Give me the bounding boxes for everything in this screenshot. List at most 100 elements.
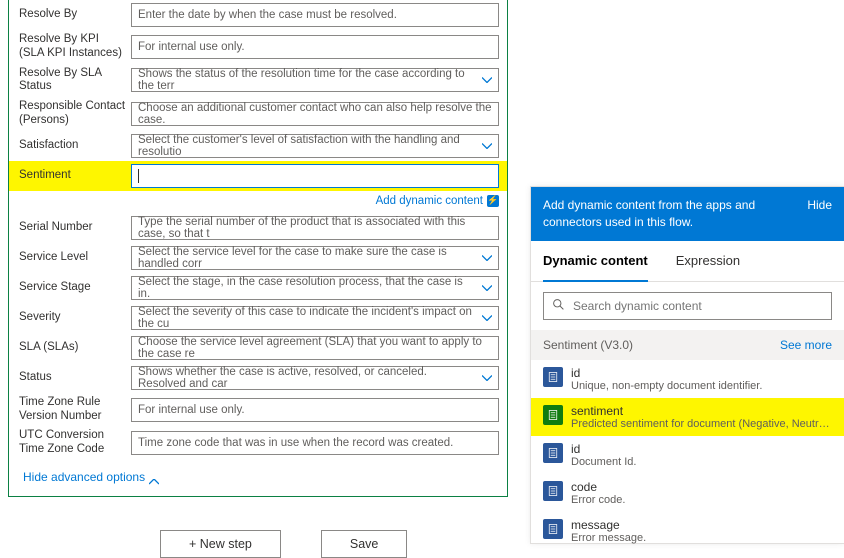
chevron-down-icon bbox=[482, 77, 492, 83]
field-value: Select the severity of this case to indi… bbox=[138, 306, 474, 330]
token-title: id bbox=[571, 366, 832, 380]
token-icon bbox=[543, 443, 563, 463]
field-select[interactable]: Select the customer's level of satisfact… bbox=[131, 134, 499, 158]
field-input[interactable]: Time zone code that was in use when the … bbox=[131, 431, 499, 455]
search-icon bbox=[552, 298, 565, 314]
field-label: SLA (SLAs) bbox=[19, 341, 131, 355]
tab-dynamic-content[interactable]: Dynamic content bbox=[543, 241, 648, 282]
text-cursor bbox=[138, 169, 139, 183]
field-value: For internal use only. bbox=[138, 404, 245, 416]
tab-expression[interactable]: Expression bbox=[676, 241, 740, 281]
field-label: Responsible Contact (Persons) bbox=[19, 100, 131, 128]
token-title: code bbox=[571, 480, 832, 494]
token-text: idDocument Id. bbox=[571, 442, 832, 468]
field-label: Resolve By SLA Status bbox=[19, 67, 131, 95]
token-text: codeError code. bbox=[571, 480, 832, 506]
bottom-buttons: + New step Save bbox=[160, 530, 407, 558]
save-button[interactable]: Save bbox=[321, 530, 408, 558]
chevron-down-icon bbox=[482, 255, 492, 261]
field-label: Satisfaction bbox=[19, 139, 131, 153]
form-rows: Resolve By Enter the date by when the cas… bbox=[9, 0, 507, 460]
form-row-5: Sentiment bbox=[9, 161, 507, 191]
form-row-9: SeveritySelect the severity of this case… bbox=[9, 303, 507, 333]
token-item-code[interactable]: codeError code. bbox=[531, 474, 844, 512]
form-row-12: Time Zone Rule Version Number For interna… bbox=[9, 393, 507, 427]
token-desc: Error code. bbox=[571, 494, 832, 506]
form-row-4: Satisfaction Select the customer's level … bbox=[9, 131, 507, 161]
token-item-id[interactable]: idUnique, non-empty document identifier. bbox=[531, 360, 844, 398]
field-select[interactable]: Select the severity of this case to indi… bbox=[131, 306, 499, 330]
field-select[interactable]: Select the stage, in the case resolution… bbox=[131, 276, 499, 300]
field-select[interactable]: Shows whether the case is active, resolv… bbox=[131, 366, 499, 390]
token-text: messageError message. bbox=[571, 518, 832, 544]
field-value: Time zone code that was in use when the … bbox=[138, 437, 453, 449]
token-title: message bbox=[571, 518, 832, 532]
chevron-up-icon bbox=[149, 474, 159, 480]
hide-panel-link[interactable]: Hide bbox=[807, 197, 832, 231]
new-step-button[interactable]: + New step bbox=[160, 530, 281, 558]
field-select[interactable]: Select the service level for the case to… bbox=[131, 246, 499, 270]
add-dynamic-row: Add dynamic content⚡ bbox=[9, 191, 507, 213]
field-input[interactable]: For internal use only. bbox=[131, 35, 499, 59]
chevron-down-icon bbox=[482, 143, 492, 149]
form-row-8: Service Stage Select the stage, in the ca… bbox=[9, 273, 507, 303]
add-dynamic-content-link[interactable]: Add dynamic content⚡ bbox=[376, 195, 499, 207]
field-value: Enter the date by when the case must be … bbox=[138, 9, 397, 21]
dynamic-badge-icon: ⚡ bbox=[487, 195, 499, 207]
form-row-0: Resolve By Enter the date by when the cas… bbox=[9, 0, 507, 30]
field-input[interactable]: Choose an additional customer contact wh… bbox=[131, 102, 499, 126]
field-value: Shows whether the case is active, resolv… bbox=[138, 366, 474, 390]
search-input[interactable] bbox=[573, 299, 823, 313]
field-label: Sentiment bbox=[19, 169, 131, 183]
token-list: idUnique, non-empty document identifier.… bbox=[531, 360, 844, 550]
token-icon bbox=[543, 519, 563, 539]
search-box[interactable] bbox=[543, 292, 832, 320]
field-input[interactable]: Choose the service level agreement (SLA)… bbox=[131, 336, 499, 360]
field-value: Choose an additional customer contact wh… bbox=[138, 102, 492, 126]
form-row-7: Service LevelSelect the service level fo… bbox=[9, 243, 507, 273]
field-label: UTC Conversion Time Zone Code bbox=[19, 429, 131, 457]
panel-tabs: Dynamic content Expression bbox=[531, 241, 844, 282]
token-title: sentiment bbox=[571, 404, 832, 418]
panel-header: Add dynamic content from the apps and co… bbox=[531, 187, 844, 241]
token-icon bbox=[543, 481, 563, 501]
token-item-sentiment[interactable]: sentimentPredicted sentiment for documen… bbox=[531, 398, 844, 436]
field-value: For internal use only. bbox=[138, 41, 245, 53]
field-value: Shows the status of the resolution time … bbox=[138, 68, 474, 92]
chevron-down-icon bbox=[482, 285, 492, 291]
form-panel: Resolve By Enter the date by when the cas… bbox=[8, 0, 508, 497]
section-header: Sentiment (V3.0) See more bbox=[531, 330, 844, 360]
token-title: id bbox=[571, 442, 832, 456]
field-label: Serial Number bbox=[19, 221, 131, 235]
field-value: Select the customer's level of satisfact… bbox=[138, 134, 474, 158]
field-input[interactable] bbox=[131, 164, 499, 188]
dynamic-content-panel: Add dynamic content from the apps and co… bbox=[530, 186, 844, 544]
token-text: sentimentPredicted sentiment for documen… bbox=[571, 404, 832, 430]
token-desc: Unique, non-empty document identifier. bbox=[571, 380, 832, 392]
field-select[interactable]: Shows the status of the resolution time … bbox=[131, 68, 499, 92]
field-label: Time Zone Rule Version Number bbox=[19, 396, 131, 424]
chevron-down-icon bbox=[482, 375, 492, 381]
field-label: Resolve By bbox=[19, 8, 131, 22]
token-text: idUnique, non-empty document identifier. bbox=[571, 366, 832, 392]
form-row-10: SLA (SLAs) Choose the service level agree… bbox=[9, 333, 507, 363]
token-desc: Error message. bbox=[571, 532, 832, 544]
token-desc: Document Id. bbox=[571, 456, 832, 468]
field-label: Status bbox=[19, 371, 131, 385]
field-input[interactable]: For internal use only. bbox=[131, 398, 499, 422]
form-row-3: Responsible Contact (Persons) Choose an a… bbox=[9, 97, 507, 131]
field-label: Resolve By KPI (SLA KPI Instances) bbox=[19, 33, 131, 61]
field-label: Service Stage bbox=[19, 281, 131, 295]
field-input[interactable]: Enter the date by when the case must be … bbox=[131, 3, 499, 27]
hide-advanced-link[interactable]: Hide advanced options bbox=[9, 460, 507, 484]
form-row-1: Resolve By KPI (SLA KPI Instances) For in… bbox=[9, 30, 507, 64]
field-value: Type the serial number of the product th… bbox=[138, 216, 492, 240]
token-icon bbox=[543, 405, 563, 425]
field-input[interactable]: Type the serial number of the product th… bbox=[131, 216, 499, 240]
field-value: Select the stage, in the case resolution… bbox=[138, 276, 474, 300]
see-more-link[interactable]: See more bbox=[780, 338, 832, 352]
field-value: Choose the service level agreement (SLA)… bbox=[138, 336, 492, 360]
form-row-11: Status Shows whether the case is active, … bbox=[9, 363, 507, 393]
token-item-id[interactable]: idDocument Id. bbox=[531, 436, 844, 474]
token-icon bbox=[543, 367, 563, 387]
